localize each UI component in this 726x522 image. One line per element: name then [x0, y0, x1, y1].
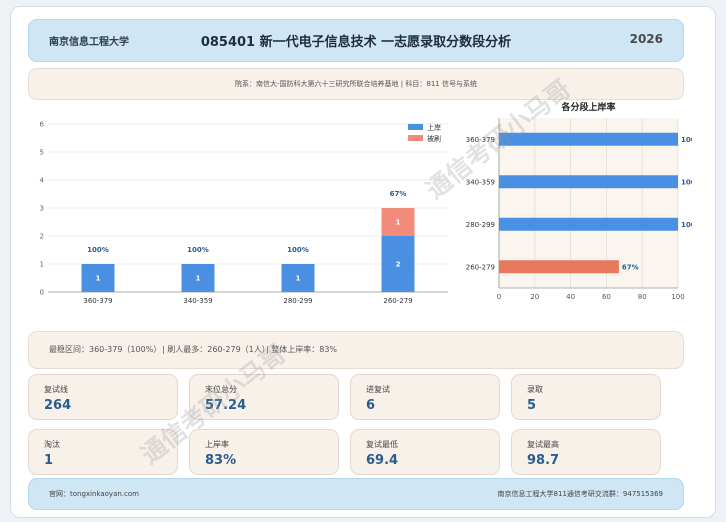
x-tick-label: 40	[566, 293, 575, 301]
stat-value: 98.7	[527, 453, 560, 468]
rate-bar	[499, 217, 678, 231]
year-label: 2026	[629, 32, 663, 46]
legend-label: 被刷	[427, 134, 441, 143]
stat-card: 上岸率 83%	[189, 429, 339, 475]
x-tick-label: 0	[497, 293, 501, 301]
bar-value-label: 1	[196, 275, 201, 283]
contact-group: 南京信息工程大学811通信考研交流群：947515369	[497, 490, 663, 498]
x-tick-label: 360-379	[83, 297, 112, 305]
stat-value: 1	[44, 453, 54, 468]
chart-title: 各分段上岸率	[560, 101, 615, 113]
legend-swatch	[408, 124, 423, 130]
stat-card: 进复试 6	[350, 374, 500, 420]
page-title: 085401 新一代电子信息技术 一志愿录取分数段分析	[200, 35, 512, 50]
header-bar: 南京信息工程大学 085401 新一代电子信息技术 一志愿录取分数段分析 202…	[28, 19, 684, 62]
stat-label: 复试最高	[527, 440, 559, 449]
rate-label: 100%	[87, 246, 109, 254]
y-tick-label: 6	[40, 121, 45, 129]
y-tick-label: 360-379	[466, 136, 495, 144]
bar-value-label: 2	[396, 261, 401, 269]
y-tick-label: 3	[40, 205, 44, 213]
rate-label: 100%	[287, 246, 309, 254]
rate-bar	[499, 260, 619, 274]
bar-value-label: 1	[96, 275, 101, 283]
rate-value-label: 100%	[681, 178, 692, 186]
x-tick-label: 80	[638, 293, 647, 301]
stat-value: 6	[366, 398, 376, 413]
legend-swatch	[408, 135, 423, 141]
y-tick-label: 5	[40, 149, 44, 157]
stat-value: 57.24	[205, 398, 247, 413]
x-tick-label: 280-299	[283, 297, 312, 305]
pass-rate-horizontal-bar-chart: 0 20 40 60 80 100 各分段上岸率 100% 360-379 100% 340-359…	[466, 101, 692, 301]
stat-label: 淘汰	[44, 440, 60, 449]
x-tick-label: 60	[602, 293, 611, 301]
bar-value-label: 1	[296, 275, 301, 283]
y-tick-label: 1	[40, 261, 44, 269]
stat-label: 末位总分	[205, 385, 237, 394]
stat-card: 淘汰 1	[28, 429, 178, 475]
y-tick-label: 4	[40, 177, 45, 185]
stat-value: 264	[44, 398, 72, 413]
y-tick-label: 2	[40, 233, 44, 241]
stat-label: 上岸率	[205, 440, 229, 449]
x-tick-label: 340-359	[183, 297, 212, 305]
stat-value: 5	[527, 398, 537, 413]
stat-value: 83%	[205, 453, 237, 468]
stat-label: 进复试	[366, 385, 390, 394]
score-band-stacked-bar-chart: 0 1 2 3 4 5 6 1 100% 360-379 1 100% 340-359 1 100% 280-…	[40, 121, 448, 305]
y-tick-label: 0	[40, 289, 44, 297]
x-tick-label: 260-279	[383, 297, 412, 305]
rate-value-label: 67%	[622, 263, 639, 271]
website-link[interactable]: 官网：tongxinkaoyan.com	[49, 479, 139, 509]
y-tick-label: 340-359	[466, 178, 495, 186]
x-tick-label: 20	[530, 293, 539, 301]
stat-card: 复试最低 69.4	[350, 429, 500, 475]
footer-bar: 官网：tongxinkaoyan.com 南京信息工程大学811通信考研交流群：…	[28, 478, 684, 510]
y-tick-label: 260-279	[466, 263, 495, 271]
stat-label: 复试最低	[366, 440, 398, 449]
rate-value-label: 100%	[681, 136, 692, 144]
summary-overall-rate: | 整体上岸率：83%	[266, 345, 338, 354]
stat-card: 复试最高 98.7	[511, 429, 661, 475]
bar-value-label: 1	[396, 219, 401, 227]
stat-card: 末位总分 57.24	[189, 374, 339, 420]
stat-label: 复试线	[44, 385, 68, 394]
rate-label: 67%	[390, 190, 407, 198]
y-tick-label: 280-299	[466, 221, 495, 229]
rate-value-label: 100%	[681, 221, 692, 229]
legend-label: 上岸	[427, 123, 441, 132]
summary-bar: 最稳区间：360-379（100%） | 刷人最多：260-279（1人） | …	[28, 331, 684, 369]
summary-most-eliminated: | 刷人最多：260-279（1人）	[162, 345, 270, 354]
stat-value: 69.4	[366, 453, 399, 468]
rate-label: 100%	[187, 246, 209, 254]
rate-bar	[499, 132, 678, 146]
stat-card: 录取 5	[511, 374, 661, 420]
x-tick-label: 100	[671, 293, 684, 301]
rate-bar	[499, 175, 678, 189]
stat-card: 复试线 264	[28, 374, 178, 420]
summary-stable-band: 最稳区间：360-379（100%）	[49, 345, 162, 354]
stat-label: 录取	[527, 385, 543, 394]
